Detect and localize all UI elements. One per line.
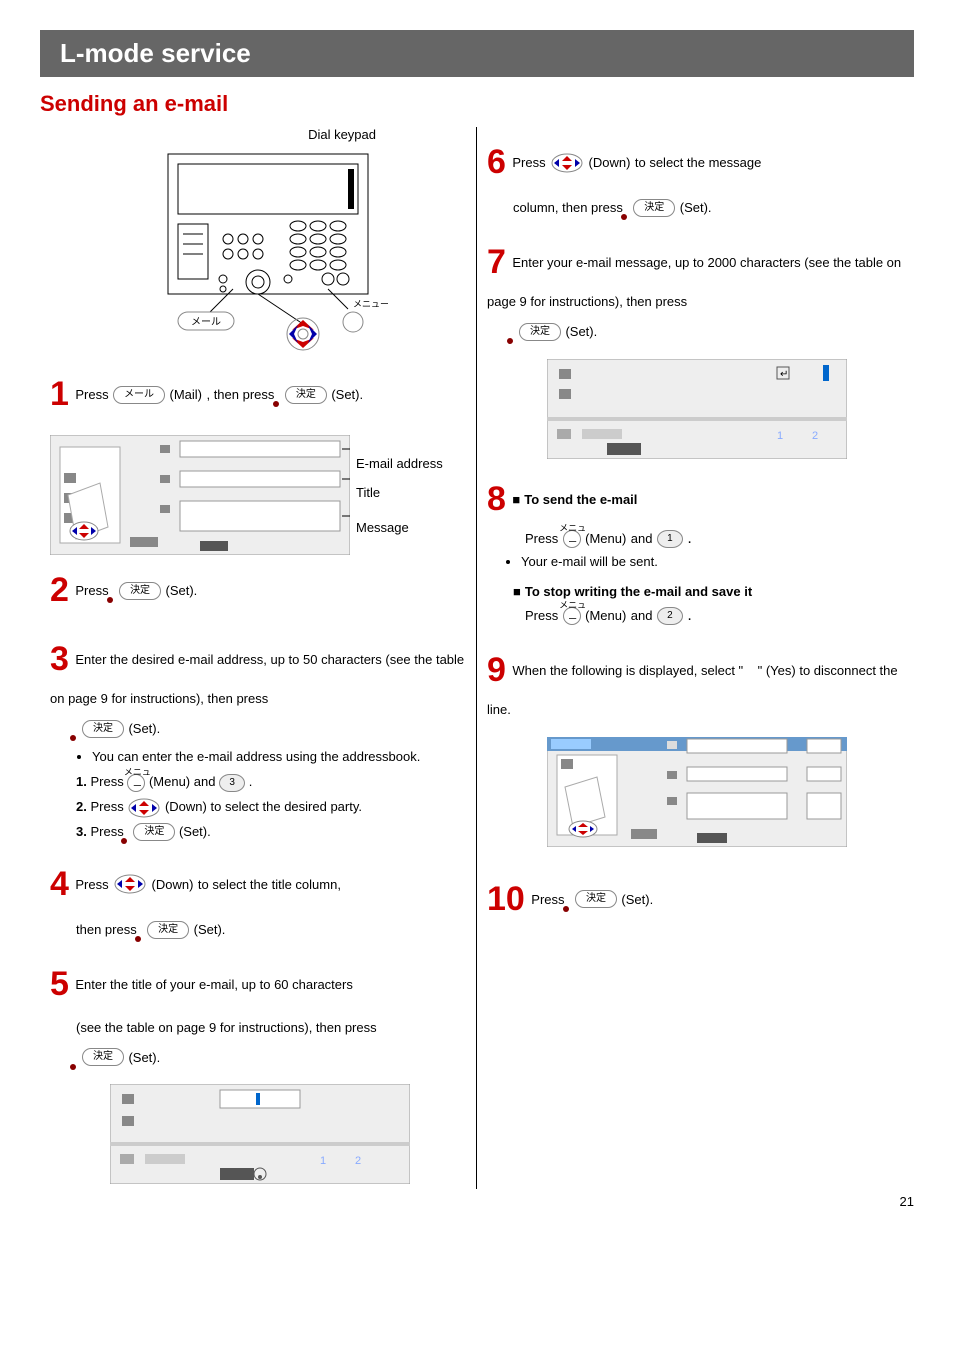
- keypad-label: Dial keypad: [50, 127, 466, 142]
- set-button-icon-6: 決定: [633, 199, 675, 217]
- step-3a: Enter the desired e-mail address, up to …: [50, 652, 464, 706]
- set-label-10: (Set).: [621, 892, 653, 907]
- menu-button-icon: メニュー: [127, 774, 145, 792]
- set-button-icon-5: 決定: [82, 1048, 124, 1066]
- step-3c2a: Press: [90, 799, 123, 814]
- menu-label-8a: (Menu): [585, 531, 626, 546]
- step-3c1b: and: [194, 774, 216, 789]
- annot-title: Title: [356, 485, 443, 500]
- nav-down-icon-4: [113, 874, 147, 894]
- key-3-icon: 3: [219, 774, 245, 792]
- nav-down-icon: [127, 798, 161, 818]
- set-button-icon-4: 決定: [147, 921, 189, 939]
- page-banner: L-mode service: [40, 30, 914, 77]
- step-7-number: 7: [487, 243, 506, 281]
- mail-button-icon: メール: [113, 386, 165, 404]
- set-label-5: (Set).: [128, 1050, 160, 1065]
- step-3-number: 3: [50, 640, 69, 678]
- svg-text:メニュー: メニュー: [353, 299, 388, 309]
- key-1-icon: 1: [657, 530, 683, 548]
- page-number: 21: [900, 1194, 914, 1209]
- step-8l2a: Press: [525, 608, 558, 623]
- screen-1: [50, 435, 350, 555]
- svg-text:2: 2: [355, 1155, 361, 1167]
- step-4b: to select the title column,: [198, 877, 341, 892]
- set-label-1: (Set).: [331, 387, 363, 402]
- menu-button-icon-8a: メニュー: [563, 530, 581, 548]
- step-6b: to select the message: [635, 155, 761, 170]
- fax-illustration: メール メニュー: [128, 144, 388, 354]
- step-10a: Press: [531, 892, 564, 907]
- down-label-3: (Down): [165, 799, 207, 814]
- step-1b: , then press: [206, 387, 274, 402]
- svg-text:↵: ↵: [780, 369, 788, 380]
- step-1a: Press: [75, 387, 108, 402]
- step-5b: (see the table on page 9 for instruction…: [76, 1020, 377, 1035]
- step-6-number: 6: [487, 143, 506, 181]
- menu-label-8b: (Menu): [585, 608, 626, 623]
- screen-9: [547, 737, 847, 847]
- step-2-number: 2: [50, 571, 69, 609]
- mail-label: (Mail): [170, 387, 203, 402]
- step-6a: Press: [512, 155, 545, 170]
- step-4-number: 4: [50, 865, 69, 903]
- step-8l1a: Press: [525, 531, 558, 546]
- set-button-icon-7: 決定: [519, 323, 561, 341]
- down-label-4: (Down): [152, 877, 194, 892]
- down-label-6: (Down): [589, 155, 631, 170]
- svg-text:2: 2: [812, 430, 818, 442]
- step-8l1b: and: [631, 531, 653, 546]
- svg-text:1: 1: [777, 430, 783, 442]
- step-4a: Press: [75, 877, 108, 892]
- section-title: Sending an e-mail: [40, 91, 914, 117]
- step-2a: Press: [75, 583, 108, 598]
- menu-label-3: (Menu): [149, 774, 190, 789]
- step-8l2b: and: [631, 608, 653, 623]
- step-7a: Enter your e-mail message, up to 2000 ch…: [487, 255, 901, 309]
- step-6c: column, then press: [513, 200, 623, 215]
- step-5a: Enter the title of your e-mail, up to 60…: [75, 977, 352, 992]
- svg-text:メール: メール: [191, 317, 221, 328]
- set-label-3: (Set).: [128, 721, 160, 736]
- screen-7: ↵ 1 2: [547, 359, 847, 459]
- step-8h1: To send the e-mail: [512, 492, 637, 507]
- set-button-icon-2: 決定: [119, 582, 161, 600]
- set-label-6: (Set).: [680, 200, 712, 215]
- nav-down-icon-6: [550, 153, 584, 173]
- set-label-7: (Set).: [565, 324, 597, 339]
- set-button-icon: 決定: [285, 386, 327, 404]
- step-10-number: 10: [487, 880, 525, 918]
- key-2-icon: 2: [657, 607, 683, 625]
- annot-email: E-mail address: [356, 456, 443, 471]
- menu-button-icon-8b: メニュー: [563, 607, 581, 625]
- step-9-number: 9: [487, 651, 506, 689]
- step-3c2b: to select the desired party.: [210, 799, 362, 814]
- set-label-3b: (Set).: [179, 824, 211, 839]
- step-9a: When the following is displayed, select …: [512, 663, 743, 678]
- set-button-icon-3: 決定: [82, 720, 124, 738]
- step-5-number: 5: [50, 965, 69, 1003]
- set-button-icon-3b: 決定: [133, 823, 175, 841]
- step-4c: then press: [76, 922, 137, 937]
- svg-text:1: 1: [320, 1155, 326, 1167]
- set-button-icon-10: 決定: [575, 890, 617, 908]
- set-label-4: (Set).: [194, 922, 226, 937]
- step-8-number: 8: [487, 480, 506, 518]
- set-label-2: (Set).: [166, 583, 198, 598]
- step-8l1c: Your e-mail will be sent.: [521, 552, 904, 573]
- step-1-number: 1: [50, 375, 69, 413]
- annot-message: Message: [356, 520, 443, 535]
- step-3c1a: Press: [90, 774, 123, 789]
- step-3c3a: Press: [90, 824, 123, 839]
- screen-5: 1 2: [110, 1084, 410, 1184]
